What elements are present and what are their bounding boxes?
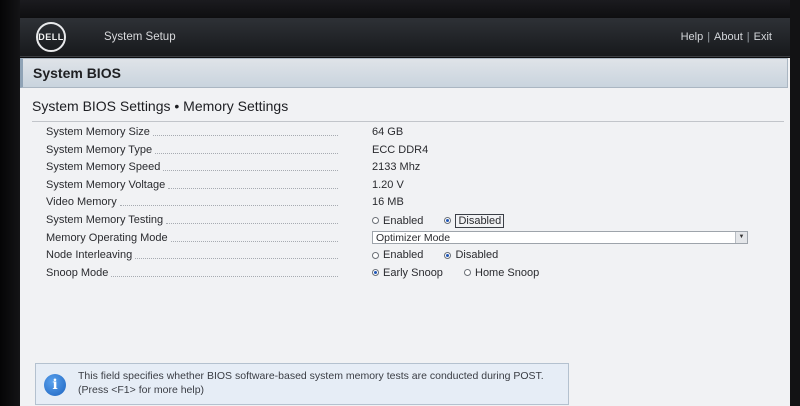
header-links: Help | About | Exit bbox=[681, 31, 772, 43]
about-link[interactable]: About bbox=[714, 31, 743, 43]
setting-label: System Memory Size bbox=[46, 126, 338, 138]
link-separator: | bbox=[746, 31, 750, 43]
setting-label: System Memory Speed bbox=[46, 161, 338, 173]
setting-label: System Memory Testing bbox=[46, 214, 338, 226]
radio-snoop-early[interactable]: Early Snoop bbox=[372, 267, 443, 279]
main-panel: System BIOS System BIOS Settings • Memor… bbox=[20, 58, 790, 406]
radio-button-selected-icon bbox=[444, 217, 452, 225]
setting-row-system-memory-testing: System Memory Testing Enabled Disabled bbox=[46, 212, 766, 230]
setting-row-snoop-mode: Snoop Mode Early Snoop Home Snoop bbox=[46, 265, 766, 283]
setting-value: ECC DDR4 bbox=[372, 143, 429, 156]
page-heading: System BIOS Settings • Memory Settings bbox=[32, 98, 289, 114]
setting-row-system-memory-size: System Memory Size 64 GB bbox=[46, 124, 766, 142]
info-icon: i bbox=[44, 374, 66, 396]
app-title: System Setup bbox=[104, 31, 176, 43]
dell-logo: DELL bbox=[36, 22, 66, 52]
setting-value: 1.20 V bbox=[372, 178, 404, 191]
setting-label: Video Memory bbox=[46, 196, 338, 208]
radio-button-icon bbox=[464, 269, 471, 277]
setting-row-system-memory-voltage: System Memory Voltage 1.20 V bbox=[46, 177, 766, 195]
section-title: System BIOS bbox=[33, 65, 121, 81]
setting-row-system-memory-speed: System Memory Speed 2133 Mhz bbox=[46, 159, 766, 177]
memory-operating-mode-select[interactable]: Optimizer Mode ▼ bbox=[372, 230, 748, 244]
setting-row-memory-operating-mode: Memory Operating Mode Optimizer Mode ▼ bbox=[46, 230, 766, 248]
setting-label: Node Interleaving bbox=[46, 249, 338, 261]
heading-divider bbox=[32, 121, 784, 122]
setting-row-node-interleaving: Node Interleaving Enabled Disabled bbox=[46, 247, 766, 265]
monitor-bezel-left bbox=[0, 0, 20, 406]
radio-node-interleaving-disabled[interactable]: Disabled bbox=[444, 249, 498, 261]
radio-group: Enabled Disabled bbox=[372, 213, 522, 228]
section-title-bar: System BIOS bbox=[20, 58, 788, 88]
setting-row-system-memory-type: System Memory Type ECC DDR4 bbox=[46, 142, 766, 160]
radio-button-icon bbox=[372, 217, 379, 225]
setting-value: 16 MB bbox=[372, 196, 404, 209]
setting-label: System Memory Type bbox=[46, 144, 338, 156]
setting-value: 2133 Mhz bbox=[372, 161, 421, 174]
dropdown-arrow-icon[interactable]: ▼ bbox=[735, 231, 747, 243]
header-bar: DELL System Setup Help | About | Exit bbox=[20, 18, 790, 57]
radio-node-interleaving-enabled[interactable]: Enabled bbox=[372, 249, 423, 261]
radio-button-selected-icon bbox=[372, 269, 379, 277]
help-box: i This field specifies whether BIOS soft… bbox=[35, 363, 569, 405]
monitor-bezel-top bbox=[0, 0, 800, 18]
radio-button-icon bbox=[372, 251, 379, 259]
radio-memory-testing-disabled[interactable]: Disabled bbox=[444, 213, 505, 228]
radio-group: Early Snoop Home Snoop bbox=[372, 267, 557, 280]
setting-label: Memory Operating Mode bbox=[46, 232, 338, 244]
radio-group: Enabled Disabled bbox=[372, 249, 516, 262]
help-link[interactable]: Help bbox=[681, 31, 704, 43]
setting-value: 64 GB bbox=[372, 126, 404, 138]
help-text: This field specifies whether BIOS softwa… bbox=[78, 370, 544, 396]
radio-memory-testing-enabled[interactable]: Enabled bbox=[372, 215, 423, 227]
setting-label: Snoop Mode bbox=[46, 267, 338, 279]
radio-snoop-home[interactable]: Home Snoop bbox=[464, 267, 539, 279]
setting-label: System Memory Voltage bbox=[46, 179, 338, 191]
settings-list: System Memory Size 64 GB System Memory T… bbox=[46, 124, 766, 282]
monitor-bezel-right bbox=[790, 0, 800, 406]
setting-row-video-memory: Video Memory 16 MB bbox=[46, 194, 766, 212]
exit-link[interactable]: Exit bbox=[754, 31, 772, 43]
radio-button-selected-icon bbox=[444, 251, 452, 259]
link-separator: | bbox=[707, 31, 711, 43]
